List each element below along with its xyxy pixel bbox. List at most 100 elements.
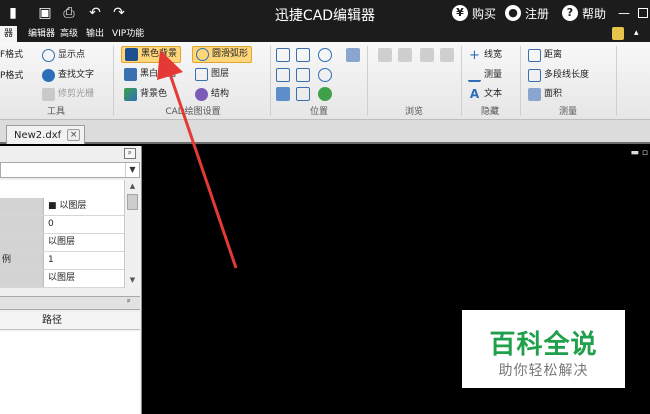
watermark-title: 百科全说 xyxy=(489,330,598,360)
black-white-icon xyxy=(124,68,137,81)
maximize-button[interactable] xyxy=(638,4,648,22)
file-list xyxy=(0,331,140,414)
zoom-extents-icon[interactable] xyxy=(276,87,290,101)
column-path[interactable]: 路径 xyxy=(32,312,72,330)
text-a-icon: A xyxy=(469,87,480,101)
scroll-up-icon[interactable]: ▲ xyxy=(125,180,140,192)
show-point-button[interactable]: 显示点 xyxy=(42,47,85,64)
property-row[interactable]: 例 1 xyxy=(0,252,124,270)
close-tab-button[interactable]: × xyxy=(67,129,81,141)
text-toggle-button[interactable]: A 文本 xyxy=(468,86,502,103)
refresh-icon[interactable] xyxy=(440,48,454,62)
tab-view[interactable]: 器 xyxy=(0,26,18,42)
pin-icon[interactable]: ᵖ xyxy=(124,148,136,159)
chevron-down-icon[interactable]: ▼ xyxy=(125,163,139,177)
help-button[interactable]: ? 帮助 xyxy=(562,4,606,22)
f-format-button[interactable]: F格式 xyxy=(0,47,23,64)
fit-page-icon[interactable] xyxy=(296,68,310,82)
linewidth-button[interactable]: + 线宽 xyxy=(468,47,502,64)
group-label-measure: 测量 xyxy=(558,107,577,117)
canvas-window-controls[interactable]: ▬ ▫ xyxy=(631,148,648,158)
zoom-previous-icon[interactable] xyxy=(296,87,310,101)
p-format-button[interactable]: P格式 xyxy=(0,68,23,85)
background-color-button[interactable]: 背景色 xyxy=(124,86,167,103)
group-label-browse: 浏览 xyxy=(404,107,423,117)
area-icon xyxy=(528,88,541,101)
watermark-subtitle: 助你轻松解决 xyxy=(498,363,589,379)
trim-raster-icon xyxy=(42,88,55,101)
group-label-cad-settings: CAD绘图设置 xyxy=(165,107,221,117)
layers-button[interactable]: 图层 xyxy=(195,66,229,83)
group-label-position: 位置 xyxy=(309,107,328,117)
find-text-button[interactable]: 查找文字 xyxy=(42,67,94,84)
user-icon: ● xyxy=(505,5,521,21)
chevron-up-icon[interactable]: ▴ xyxy=(634,28,639,38)
document-tab-strip: New2.dxf × xyxy=(0,120,650,144)
group-divider xyxy=(113,46,114,116)
app-title: 迅捷CAD编辑器 xyxy=(274,8,376,24)
distance-icon xyxy=(528,49,541,62)
document-tab[interactable]: New2.dxf × xyxy=(6,125,86,144)
area-button[interactable]: 面积 xyxy=(528,86,562,103)
zoom-selection-icon[interactable] xyxy=(296,48,310,62)
file-panel-header: ᵖ xyxy=(0,296,140,310)
zoom-out-icon[interactable] xyxy=(318,68,332,82)
watermark: 百科全说 助你轻松解决 xyxy=(462,310,625,388)
print-icon[interactable]: ⎙ xyxy=(60,4,78,22)
property-row[interactable]: 以图层 xyxy=(0,270,124,288)
tab-advanced[interactable]: 高级 xyxy=(56,26,82,42)
measure-ruler-icon xyxy=(468,69,481,82)
pin-icon[interactable]: ᵖ xyxy=(123,297,135,308)
yen-icon: ¥ xyxy=(452,5,468,21)
scroll-thumb[interactable] xyxy=(127,194,138,210)
black-white-drawing-button[interactable]: 黑白绘图 xyxy=(124,66,176,83)
redo-icon[interactable]: ↷ xyxy=(110,4,128,22)
group-divider xyxy=(270,46,271,116)
layers-icon xyxy=(195,68,208,81)
buy-button[interactable]: ¥ 购买 xyxy=(452,4,496,22)
scroll-down-icon[interactable]: ▼ xyxy=(125,274,140,286)
register-button[interactable]: ● 注册 xyxy=(505,4,549,22)
find-text-icon xyxy=(42,69,55,82)
property-scrollbar[interactable]: ▲ ▼ xyxy=(124,180,140,288)
tab-vip[interactable]: VIP功能 xyxy=(108,26,148,42)
smooth-arc-icon xyxy=(196,48,209,61)
distance-button[interactable]: 距离 xyxy=(528,47,562,64)
property-row[interactable]: 0 xyxy=(0,216,124,234)
property-row[interactable]: ■ 以图层 xyxy=(0,198,124,216)
prev-page-icon[interactable] xyxy=(378,48,392,62)
property-row[interactable]: 以图层 xyxy=(0,234,124,252)
file-list-header: 路径 xyxy=(0,312,140,330)
group-label-hide: 隐藏 xyxy=(480,107,499,117)
ribbon-tab-bar: 器 编辑器 高级 输出 VIP功能 ▴ xyxy=(0,26,650,42)
smooth-arc-button[interactable]: 圆滑弧形 xyxy=(192,46,253,63)
structure-button[interactable]: 结构 xyxy=(195,86,229,103)
pan-hand-icon[interactable] xyxy=(346,48,360,62)
menu-icon[interactable]: ▮ xyxy=(4,4,22,22)
question-icon: ? xyxy=(562,5,578,21)
tab-editor[interactable]: 编辑器 xyxy=(24,26,59,42)
skin-icon[interactable] xyxy=(612,27,624,40)
orbit-icon[interactable] xyxy=(318,87,332,101)
polyline-icon xyxy=(528,69,541,82)
fit-width-icon[interactable] xyxy=(276,68,290,82)
measure-toggle-button[interactable]: 测量 xyxy=(468,67,502,84)
zoom-in-icon[interactable] xyxy=(318,48,332,62)
show-point-icon xyxy=(42,49,55,62)
polyline-length-button[interactable]: 多段线长度 xyxy=(528,67,589,84)
group-divider xyxy=(616,46,617,116)
next-page-icon[interactable] xyxy=(398,48,412,62)
property-grid: ■ 以图层 0 以图层 例 1 以图层 xyxy=(0,180,124,288)
black-background-button[interactable]: 黑色背景 xyxy=(121,46,182,63)
minimize-button[interactable]: — xyxy=(618,4,630,22)
page-icon[interactable] xyxy=(420,48,434,62)
undo-icon[interactable]: ↶ xyxy=(86,4,104,22)
tab-output[interactable]: 输出 xyxy=(82,26,108,42)
zoom-window-icon[interactable] xyxy=(276,48,290,62)
properties-panel: ᵖ ▼ ■ 以图层 0 以图层 例 1 以图层 ▲ ▼ ᵖ 路径 xyxy=(0,146,142,414)
trim-raster-button[interactable]: 修剪光栅 xyxy=(42,86,94,103)
entity-selector[interactable]: ▼ xyxy=(0,162,140,178)
maximize-icon xyxy=(638,8,648,18)
ribbon-panel: F格式 P格式 显示点 查找文字 修剪光栅 工具 黑色背景 黑白绘图 背景色 圆… xyxy=(0,42,650,120)
save-icon[interactable]: ▣ xyxy=(36,4,54,22)
